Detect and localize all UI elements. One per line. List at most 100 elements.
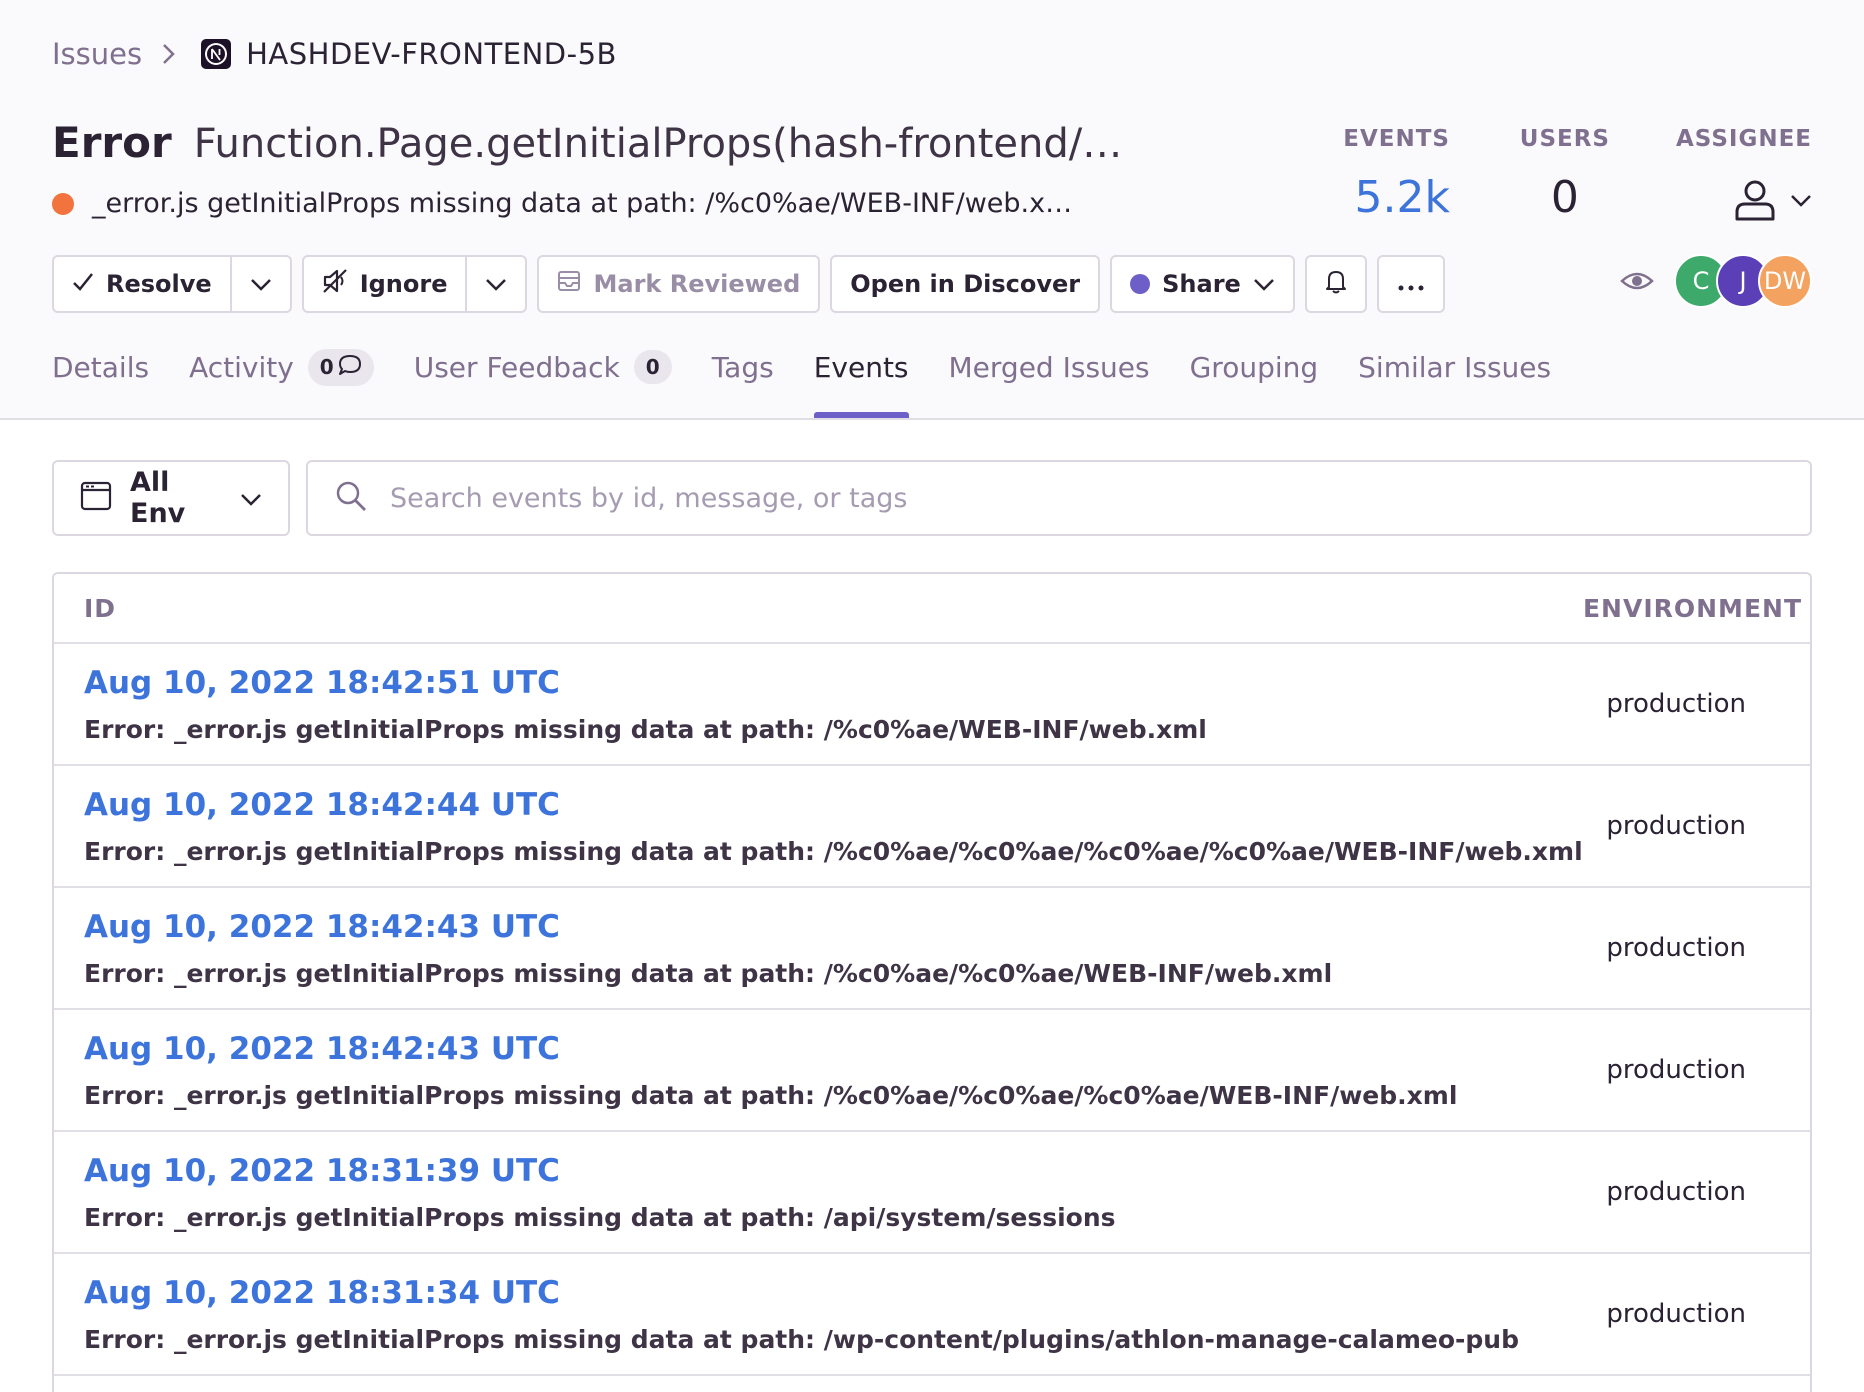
event-environment: production [1606, 1299, 1746, 1329]
events-count[interactable]: 5.2k [1343, 172, 1450, 223]
eye-icon[interactable] [1620, 269, 1654, 293]
chevron-down-icon [250, 270, 272, 298]
error-level-indicator [52, 192, 74, 215]
issue-type: Error [52, 118, 172, 167]
avatar-initials: C [1692, 267, 1710, 295]
issue-title: Error Function.Page.getInitialProps(hash… [52, 118, 1122, 167]
user-icon [1734, 178, 1776, 226]
table-row[interactable]: Aug 10, 2022 18:31:39 UTC Error: _error.… [54, 1132, 1810, 1254]
tab-label: Tags [711, 350, 774, 384]
avatar-initials: J [1739, 267, 1747, 295]
breadcrumb-issues-link[interactable]: Issues [52, 37, 142, 71]
tab-merged-issues[interactable]: Merged Issues [949, 334, 1150, 400]
event-message: Error: _error.js getInitialProps missing… [84, 958, 1333, 988]
event-environment: production [1606, 811, 1746, 841]
tab-events[interactable]: Events [813, 334, 909, 418]
tab-grouping[interactable]: Grouping [1190, 334, 1319, 400]
event-message: Error: _error.js getInitialProps missing… [84, 836, 1583, 866]
search-icon [334, 479, 368, 517]
search-input[interactable] [388, 481, 1784, 515]
breadcrumb: Issues HASHDEV-FRONTEND-5B [52, 32, 617, 76]
issue-title-text: Function.Page.getInitialProps(hash-front… [193, 121, 1123, 167]
events-stat: EVENTS 5.2k [1343, 126, 1450, 223]
table-header: ID ENVIRONMENT [54, 574, 1810, 644]
mark-reviewed-label: Mark Reviewed [593, 270, 801, 298]
environment-selector[interactable]: All Env [52, 460, 290, 536]
tab-tags[interactable]: Tags [712, 334, 774, 400]
event-search [306, 460, 1812, 536]
assignee-stat: ASSIGNEE [1676, 126, 1812, 226]
tab-activity[interactable]: Activity 0 [189, 334, 374, 400]
users-stat: USERS 0 [1520, 126, 1610, 223]
column-header-environment: ENVIRONMENT [1582, 593, 1802, 623]
event-link[interactable]: Aug 10, 2022 18:42:43 UTC [84, 1031, 1457, 1067]
chevron-down-icon [1790, 193, 1812, 212]
event-message: Error: _error.js getInitialProps missing… [84, 1324, 1519, 1354]
open-in-discover-button[interactable]: Open in Discover [830, 255, 1101, 313]
issue-actions: Resolve Ignore Mark Reviewed Open in Dis… [52, 255, 1455, 313]
event-link[interactable]: Aug 10, 2022 18:42:51 UTC [84, 665, 1207, 701]
ignore-options-button[interactable] [465, 257, 526, 311]
environment-label: All Env [130, 467, 186, 529]
assignee-label: ASSIGNEE [1675, 126, 1812, 152]
tab-similar-issues[interactable]: Similar Issues [1358, 334, 1551, 400]
events-table: ID ENVIRONMENT Aug 10, 2022 18:42:51 UTC… [52, 572, 1812, 1392]
chevron-down-icon [1253, 270, 1275, 298]
ignore-button[interactable]: Ignore [303, 257, 466, 311]
tab-label: Similar Issues [1358, 350, 1552, 384]
event-message: Error: _error.js getInitialProps missing… [84, 714, 1207, 744]
more-actions-button[interactable] [1376, 255, 1445, 313]
mark-reviewed-button[interactable]: Mark Reviewed [537, 255, 821, 313]
share-button[interactable]: Share [1110, 255, 1295, 313]
event-info: Aug 10, 2022 18:42:43 UTC Error: _error.… [84, 909, 1332, 988]
resolve-button-group: Resolve [52, 255, 292, 313]
event-environment: production [1606, 1055, 1746, 1085]
tab-label: Merged Issues [948, 350, 1150, 384]
events-label: EVENTS [1343, 126, 1450, 152]
event-environment: production [1606, 1177, 1746, 1207]
resolve-options-button[interactable] [229, 257, 290, 311]
users-label: USERS [1519, 126, 1610, 152]
event-link[interactable]: Aug 10, 2022 18:31:34 UTC [84, 1275, 1519, 1311]
share-label: Share [1162, 270, 1241, 298]
chevron-right-icon [162, 43, 176, 65]
column-header-id: ID [84, 593, 117, 623]
resolve-button[interactable]: Resolve [54, 257, 230, 311]
participant-avatars[interactable]: C J DW [1674, 254, 1812, 308]
activity-count-badge: 0 [307, 348, 374, 386]
avatar-initials: DW [1763, 267, 1807, 295]
event-link[interactable]: Aug 10, 2022 18:31:39 UTC [84, 1153, 1116, 1189]
issue-subtitle: _error.js getInitialProps missing data a… [52, 188, 1072, 219]
table-row[interactable]: Aug 10, 2022 18:42:43 UTC Error: _error.… [54, 888, 1810, 1010]
tab-user-feedback[interactable]: User Feedback 0 [414, 334, 672, 400]
calendar-icon [80, 479, 112, 518]
tab-details[interactable]: Details [52, 334, 149, 400]
open-in-discover-label: Open in Discover [850, 270, 1081, 298]
event-info: Aug 10, 2022 18:42:51 UTC Error: _error.… [84, 665, 1207, 744]
avatar: DW [1758, 254, 1812, 308]
bell-icon [1325, 268, 1347, 300]
issue-header: Issues HASHDEV-FRONTEND-5B Error Functio… [0, 0, 1864, 420]
event-message: Error: _error.js getInitialProps missing… [84, 1080, 1458, 1110]
event-environment: production [1606, 933, 1746, 963]
participants-area: C J DW [1620, 254, 1812, 308]
assignee-selector[interactable] [1676, 178, 1812, 226]
subscribe-button[interactable] [1304, 255, 1367, 313]
ignore-button-group: Ignore [301, 255, 528, 313]
user-feedback-count-badge: 0 [633, 350, 672, 384]
table-row[interactable]: Aug 10, 2022 18:42:44 UTC Error: _error.… [54, 766, 1810, 888]
table-row[interactable]: Aug 10, 2022 18:31:34 UTC Error: _error.… [54, 1254, 1810, 1376]
tab-label: Activity [189, 350, 294, 384]
table-row[interactable]: Aug 10, 2022 18:42:43 UTC Error: _error.… [54, 1010, 1810, 1132]
ellipsis-icon [1397, 270, 1425, 298]
tab-label: Details [52, 350, 150, 384]
share-status-dot [1130, 274, 1151, 294]
table-row[interactable]: Aug 10, 2022 18:42:51 UTC Error: _error.… [54, 644, 1810, 766]
event-info: Aug 10, 2022 18:31:39 UTC Error: _error.… [84, 1153, 1116, 1232]
issue-message: _error.js getInitialProps missing data a… [92, 188, 1073, 219]
tab-label: User Feedback [413, 350, 620, 384]
event-link[interactable]: Aug 10, 2022 18:42:44 UTC [84, 787, 1583, 823]
event-link[interactable]: Aug 10, 2022 18:42:43 UTC [84, 909, 1332, 945]
badge-count: 0 [319, 355, 334, 379]
tab-label: Events [813, 350, 909, 384]
